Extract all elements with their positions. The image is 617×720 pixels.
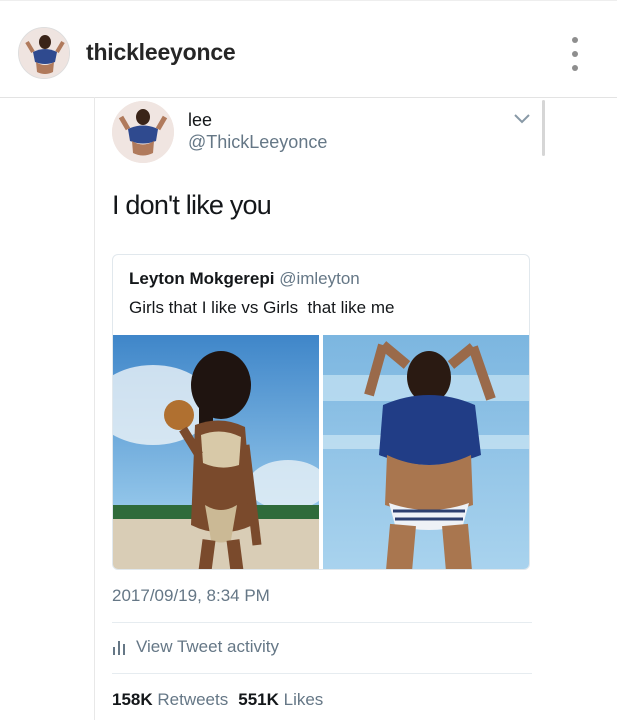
tweet-avatar[interactable] xyxy=(112,101,174,163)
bar-chart-icon xyxy=(113,641,125,655)
quoted-author[interactable]: Leyton Mokgerepi @imleyton xyxy=(129,269,360,289)
divider xyxy=(112,622,532,623)
view-tweet-activity-link[interactable]: View Tweet activity xyxy=(112,637,279,657)
quoted-tweet[interactable]: Leyton Mokgerepi @imleyton Girls that I … xyxy=(112,254,530,570)
more-options-icon[interactable] xyxy=(568,37,582,71)
tweet-stats: 158K Retweets 551K Likes xyxy=(112,690,323,710)
tweet-timestamp[interactable]: 2017/09/19, 8:34 PM xyxy=(112,586,270,606)
post-header: thickleeyonce xyxy=(0,0,617,98)
tweet-text: I don't like you xyxy=(112,190,272,220)
scrollbar[interactable] xyxy=(542,100,545,156)
tweet-author-handle[interactable]: @ThickLeeyonce xyxy=(188,132,327,153)
divider xyxy=(112,673,532,674)
quoted-image-left[interactable] xyxy=(113,335,319,569)
quoted-tweet-text: Girls that I like vs Girls that like me xyxy=(129,298,395,317)
quoted-author-name: Leyton Mokgerepi xyxy=(129,269,275,288)
quoted-author-handle: @imleyton xyxy=(279,269,360,288)
likes-label[interactable]: Likes xyxy=(284,690,324,709)
retweets-label[interactable]: Retweets xyxy=(157,690,228,709)
profile-avatar[interactable] xyxy=(18,27,70,79)
quoted-image-right[interactable] xyxy=(323,335,529,569)
likes-count[interactable]: 551K xyxy=(238,690,279,709)
username[interactable]: thickleeyonce xyxy=(86,39,236,66)
chevron-down-icon[interactable] xyxy=(512,112,532,126)
retweets-count[interactable]: 158K xyxy=(112,690,153,709)
view-tweet-activity-label: View Tweet activity xyxy=(136,637,279,656)
tweet-author-name[interactable]: lee xyxy=(188,110,212,131)
